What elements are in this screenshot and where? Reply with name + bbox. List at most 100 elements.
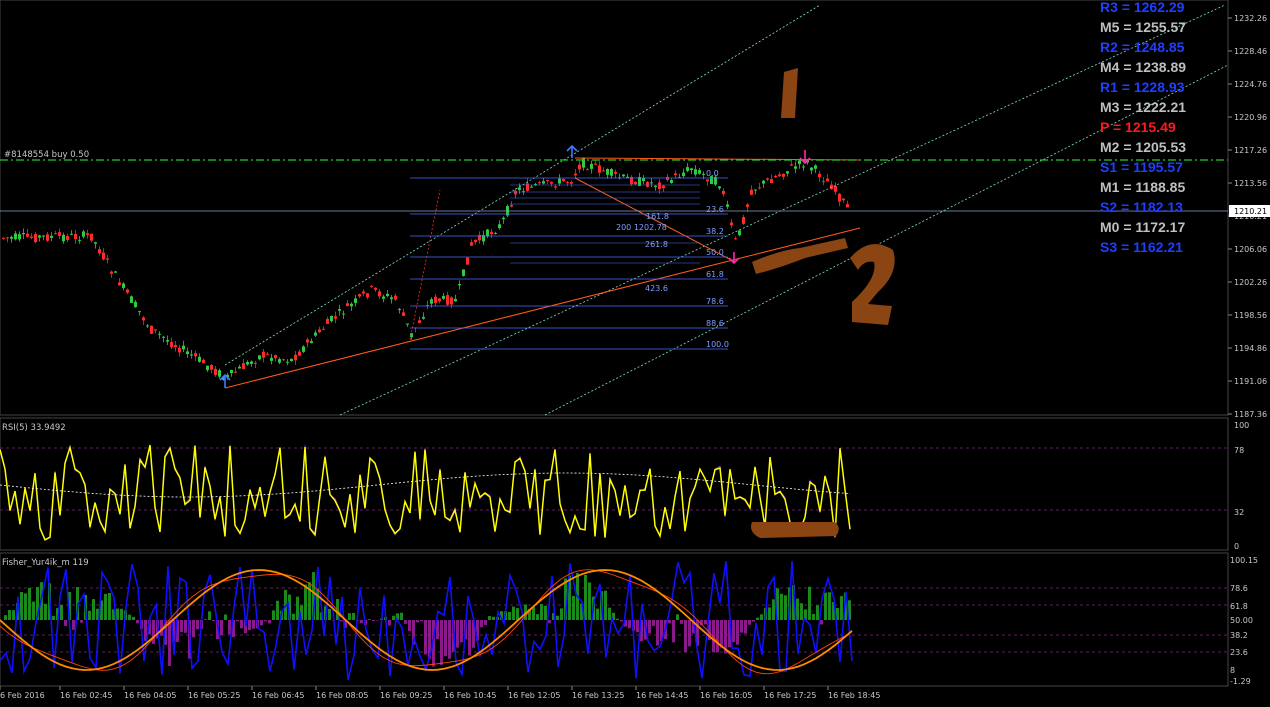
fisher-histogram-bar — [400, 612, 403, 620]
pivot-level: M3 = 1222.21 — [1100, 99, 1186, 115]
time-tick-label: 16 Feb 16:05 — [700, 691, 752, 700]
main-price-panel[interactable]: 0.0 23.6 38.2 50.0 61.8 78.6 88.6 100.0 161.8 200… — [0, 0, 1270, 419]
fisher-histogram-bar — [748, 620, 751, 625]
candle-body — [842, 198, 845, 201]
time-tick-label: 16 Feb 04:05 — [124, 691, 176, 700]
fisher-histogram-bar — [12, 610, 15, 620]
candle-body — [362, 291, 365, 294]
candle-body — [38, 235, 41, 238]
fisher-histogram-bar — [248, 620, 251, 631]
candle-body — [110, 271, 113, 274]
fisher-histogram-bar — [544, 605, 547, 620]
candle-body — [134, 301, 137, 308]
fisher-histogram-bar — [352, 612, 355, 620]
fisher-histogram-bar — [808, 586, 811, 620]
fisher-histogram-bar — [116, 608, 119, 620]
candle-body — [318, 329, 321, 333]
pivot-level: S3 = 1162.21 — [1100, 239, 1183, 255]
time-tick-label: 16 Feb 13:25 — [572, 691, 624, 700]
fisher-histogram-bar — [4, 615, 7, 620]
fisher-histogram-bar — [292, 613, 295, 620]
fisher-histogram-bar — [824, 592, 827, 620]
fisher-histogram-bar — [768, 607, 771, 620]
candle-body — [418, 320, 421, 324]
candle-body — [358, 294, 361, 297]
fisher-histogram-bar — [816, 605, 819, 620]
candle-body — [118, 282, 121, 286]
candle-body — [394, 295, 397, 300]
candle-body — [750, 189, 753, 195]
fisher-panel[interactable]: Fisher_Yur4ik_m 119 100.15 78.6 61.8 50.00 3… — [0, 552, 1258, 687]
fisher-histogram-bar — [732, 620, 735, 643]
fisher-histogram-bar — [88, 610, 91, 620]
candle-body — [574, 173, 577, 176]
fisher-histogram-bar — [468, 620, 471, 656]
candle-body — [294, 354, 297, 361]
fisher-histogram-bar — [416, 620, 419, 623]
fisher-histogram-bar — [604, 590, 607, 620]
candle-body — [2, 237, 5, 239]
candle-body — [550, 181, 553, 184]
pivot-level: R2 = 1248.85 — [1100, 39, 1185, 55]
fisher-histogram-bar — [264, 620, 267, 622]
pivot-levels-list: R3 = 1262.29 M5 = 1255.57 R2 = 1248.85 M4 =… — [1100, 0, 1186, 255]
fib-ext-label: 261.8 — [645, 240, 668, 249]
candle-body — [494, 232, 497, 234]
rsi-panel[interactable]: RSI(5) 33.9492 100 78 32 0 — [0, 417, 1249, 551]
regression-channel — [224, 4, 1229, 416]
fisher-histogram-bar — [360, 620, 363, 624]
fisher-histogram-bar — [512, 606, 515, 620]
pivot-level: M4 = 1238.89 — [1100, 59, 1186, 75]
candle-body — [578, 164, 581, 170]
fisher-histogram-bar — [184, 620, 187, 633]
candle-body — [334, 316, 337, 319]
fisher-histogram-bar — [296, 596, 299, 620]
candle-body — [466, 257, 469, 265]
fisher-histogram-bar — [536, 614, 539, 620]
time-tick-label: 16 Feb 10:45 — [444, 691, 496, 700]
candle-body — [722, 190, 725, 195]
candle-body — [158, 333, 161, 335]
candle-body — [326, 319, 329, 324]
fisher-histogram-bar — [548, 620, 551, 624]
fisher-histogram-bar — [620, 620, 623, 622]
candle-body — [542, 181, 545, 184]
fisher-histogram-bar — [780, 593, 783, 620]
fisher-histogram-bar — [676, 614, 679, 620]
candle-body — [290, 358, 293, 362]
candle-body — [102, 252, 105, 260]
price-tick-label: 1191.06 — [1234, 377, 1267, 386]
candle-body — [810, 167, 813, 171]
fisher-histogram-bar — [516, 608, 519, 620]
candle-body — [26, 233, 29, 237]
candle-body — [674, 173, 677, 176]
fisher-histogram-bar — [28, 587, 31, 620]
candle-body — [594, 163, 597, 165]
fisher-lines — [0, 560, 853, 681]
trading-chart[interactable]: 0.0 23.6 38.2 50.0 61.8 78.6 88.6 100.0 161.8 200… — [0, 0, 1270, 707]
fisher-histogram-bar — [208, 611, 211, 620]
fisher-histogram-bar — [196, 620, 199, 630]
candle-body — [430, 299, 433, 304]
candle-body — [694, 169, 697, 175]
fisher-histogram-bar — [636, 620, 639, 633]
fisher-histogram-bar — [64, 620, 67, 626]
fisher-histogram-bar — [820, 620, 823, 625]
fisher-histogram-bar — [80, 620, 83, 623]
candle-body — [818, 173, 821, 178]
candle-body — [42, 235, 45, 237]
candle-body — [570, 182, 573, 184]
candle-body — [250, 361, 253, 364]
candle-body — [798, 160, 801, 165]
candle-body — [370, 285, 373, 287]
candle-body — [502, 217, 505, 220]
fib-label: 0.0 — [706, 169, 719, 178]
candle-body — [310, 341, 313, 344]
candle-body — [338, 309, 341, 311]
candle-body — [530, 186, 533, 188]
fisher-histogram-bar — [180, 620, 183, 633]
fisher-tick-label: 50.00 — [1230, 616, 1253, 625]
candle-body — [794, 166, 797, 169]
fisher-histogram-bar — [736, 620, 739, 645]
fisher-histogram-bar — [716, 620, 719, 653]
